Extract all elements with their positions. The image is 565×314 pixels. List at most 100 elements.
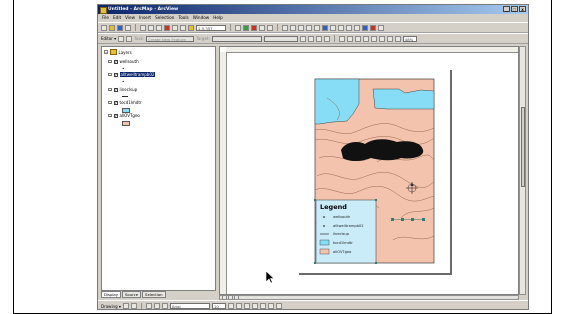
cut-icon[interactable]	[140, 24, 146, 31]
copy-icon[interactable]	[148, 24, 154, 31]
menu-tools[interactable]: Tools	[178, 14, 188, 22]
tab-selection[interactable]: Selection	[142, 291, 166, 298]
tab-source[interactable]: Source	[122, 291, 142, 298]
minimize-button[interactable]: _	[503, 6, 510, 12]
line-color-icon[interactable]	[267, 303, 274, 309]
vertical-scrollbar[interactable]	[519, 46, 526, 295]
identify-icon[interactable]	[362, 24, 368, 31]
collapse-icon[interactable]: −	[108, 87, 112, 92]
layout-zoom-in-icon[interactable]	[338, 35, 345, 42]
menu-insert[interactable]: Insert	[139, 14, 151, 22]
map-frame[interactable]: Legend wellsouth alltwelltrampb02 linecl…	[297, 68, 450, 273]
collapse-icon[interactable]: −	[108, 113, 112, 118]
collapse-icon[interactable]: −	[108, 72, 112, 77]
maximize-button[interactable]: □	[511, 6, 518, 12]
zoom-in-icon[interactable]	[282, 24, 288, 31]
next-extent-icon[interactable]	[338, 24, 344, 31]
arccatalog-icon[interactable]	[251, 24, 257, 31]
target-dropdown[interactable]	[211, 35, 262, 42]
sketch-tool-icon[interactable]	[126, 35, 133, 42]
fill-color-icon[interactable]	[259, 303, 266, 309]
italic-icon[interactable]	[235, 303, 242, 309]
fixed-zoom-out-icon[interactable]	[306, 24, 312, 31]
find-icon[interactable]	[370, 24, 376, 31]
sketch-properties-icon[interactable]	[323, 35, 330, 42]
map-scale-field[interactable]: 1:5,357	[196, 24, 226, 31]
rotate-icon[interactable]	[130, 303, 137, 309]
open-folder-icon[interactable]	[109, 24, 115, 31]
menu-edit[interactable]: Edit	[113, 14, 121, 22]
undo-icon[interactable]	[172, 24, 178, 31]
split-tool-icon[interactable]	[299, 35, 306, 42]
toc-layer-row[interactable]: − ✓ tocd1lmdtr	[108, 100, 142, 105]
zoom-percent-field[interactable]: 48%	[402, 35, 417, 42]
rectangle-tool-icon[interactable]	[145, 303, 152, 309]
fixed-zoom-out-layout-icon[interactable]	[386, 35, 393, 42]
select-features-icon[interactable]	[346, 24, 352, 31]
bold-icon[interactable]	[227, 303, 234, 309]
select-elements-icon[interactable]	[354, 24, 360, 31]
attribute-dropdown[interactable]	[263, 35, 298, 42]
layout-page[interactable]: Legend wellsouth alltwelltrampb02 linecl…	[297, 68, 450, 273]
callout-tool-icon[interactable]	[161, 303, 168, 309]
focus-data-frame-icon[interactable]	[394, 35, 401, 42]
tab-display[interactable]: Display	[101, 291, 121, 298]
help-pointer-icon[interactable]	[267, 24, 273, 31]
toc-layer-row[interactable]: − ✓ lineclsup	[108, 87, 137, 92]
menu-help[interactable]: Help	[213, 14, 223, 22]
menu-file[interactable]: File	[102, 14, 109, 22]
task-dropdown[interactable]: Create New Feature	[146, 35, 195, 42]
layer-visibility-checkbox[interactable]: ✓	[113, 100, 118, 105]
toc-layer-row[interactable]: − ✓ allOVTgeo	[108, 113, 140, 118]
attributes-icon[interactable]	[315, 35, 322, 42]
editor-toolbar-icon[interactable]	[235, 24, 241, 31]
new-document-icon[interactable]	[101, 24, 107, 31]
fixed-zoom-in-icon[interactable]	[298, 24, 304, 31]
collapse-icon[interactable]: −	[108, 59, 112, 64]
collapse-icon[interactable]: −	[108, 100, 112, 105]
font-color-icon[interactable]	[251, 303, 258, 309]
arctoolbox-icon[interactable]	[243, 24, 249, 31]
toc-root[interactable]: − Layers	[104, 49, 132, 55]
edit-tool-icon[interactable]	[118, 35, 125, 42]
redo-icon[interactable]	[180, 24, 186, 31]
marker-color-icon[interactable]	[275, 303, 282, 309]
layer-visibility-checkbox[interactable]: ✓	[113, 87, 118, 92]
text-tool-icon[interactable]	[153, 303, 160, 309]
previous-extent-icon[interactable]	[330, 24, 336, 31]
menu-window[interactable]: Window	[193, 14, 210, 22]
layer-visibility-checkbox[interactable]: ✓	[113, 72, 118, 77]
add-data-icon[interactable]	[188, 24, 194, 31]
drawing-menu[interactable]: Drawing ▾	[101, 304, 121, 309]
layer-visibility-checkbox[interactable]: ✓	[113, 113, 118, 118]
font-size-dropdown[interactable]: 10	[211, 303, 226, 309]
rotate-tool-icon[interactable]	[307, 35, 314, 42]
collapse-icon[interactable]: −	[104, 50, 108, 54]
measure-icon[interactable]	[378, 24, 384, 31]
command-line-icon[interactable]	[259, 24, 265, 31]
zoom-100-percent-icon[interactable]	[370, 35, 377, 42]
print-icon[interactable]	[125, 24, 131, 31]
close-button[interactable]: x	[519, 6, 526, 12]
delete-icon[interactable]	[164, 24, 170, 31]
scrollbar-thumb[interactable]	[521, 107, 525, 187]
save-icon[interactable]	[117, 24, 123, 31]
menu-selection[interactable]: Selection	[155, 14, 174, 22]
editor-menu[interactable]: Editor ▾	[101, 36, 116, 41]
full-extent-icon[interactable]	[322, 24, 328, 31]
zoom-whole-page-icon[interactable]	[362, 35, 369, 42]
layout-zoom-out-icon[interactable]	[346, 35, 353, 42]
font-name-dropdown[interactable]: Arial	[169, 303, 210, 309]
toc-layer-row[interactable]: − ✓ wellsouth	[108, 59, 139, 64]
zoom-out-icon[interactable]	[290, 24, 296, 31]
layer-visibility-checkbox[interactable]: ✓	[113, 59, 118, 64]
layout-view[interactable]: Legend wellsouth alltwelltrampb02 linecl…	[219, 46, 519, 295]
fixed-zoom-in-layout-icon[interactable]	[378, 35, 385, 42]
pan-icon[interactable]	[314, 24, 320, 31]
menu-view[interactable]: View	[125, 14, 135, 22]
underline-icon[interactable]	[243, 303, 250, 309]
paste-icon[interactable]	[156, 24, 162, 31]
toc-layer-row[interactable]: − ✓ alltwelltrampb02	[108, 72, 156, 77]
select-elements-pointer-icon[interactable]	[122, 303, 129, 309]
layout-pan-icon[interactable]	[354, 35, 361, 42]
